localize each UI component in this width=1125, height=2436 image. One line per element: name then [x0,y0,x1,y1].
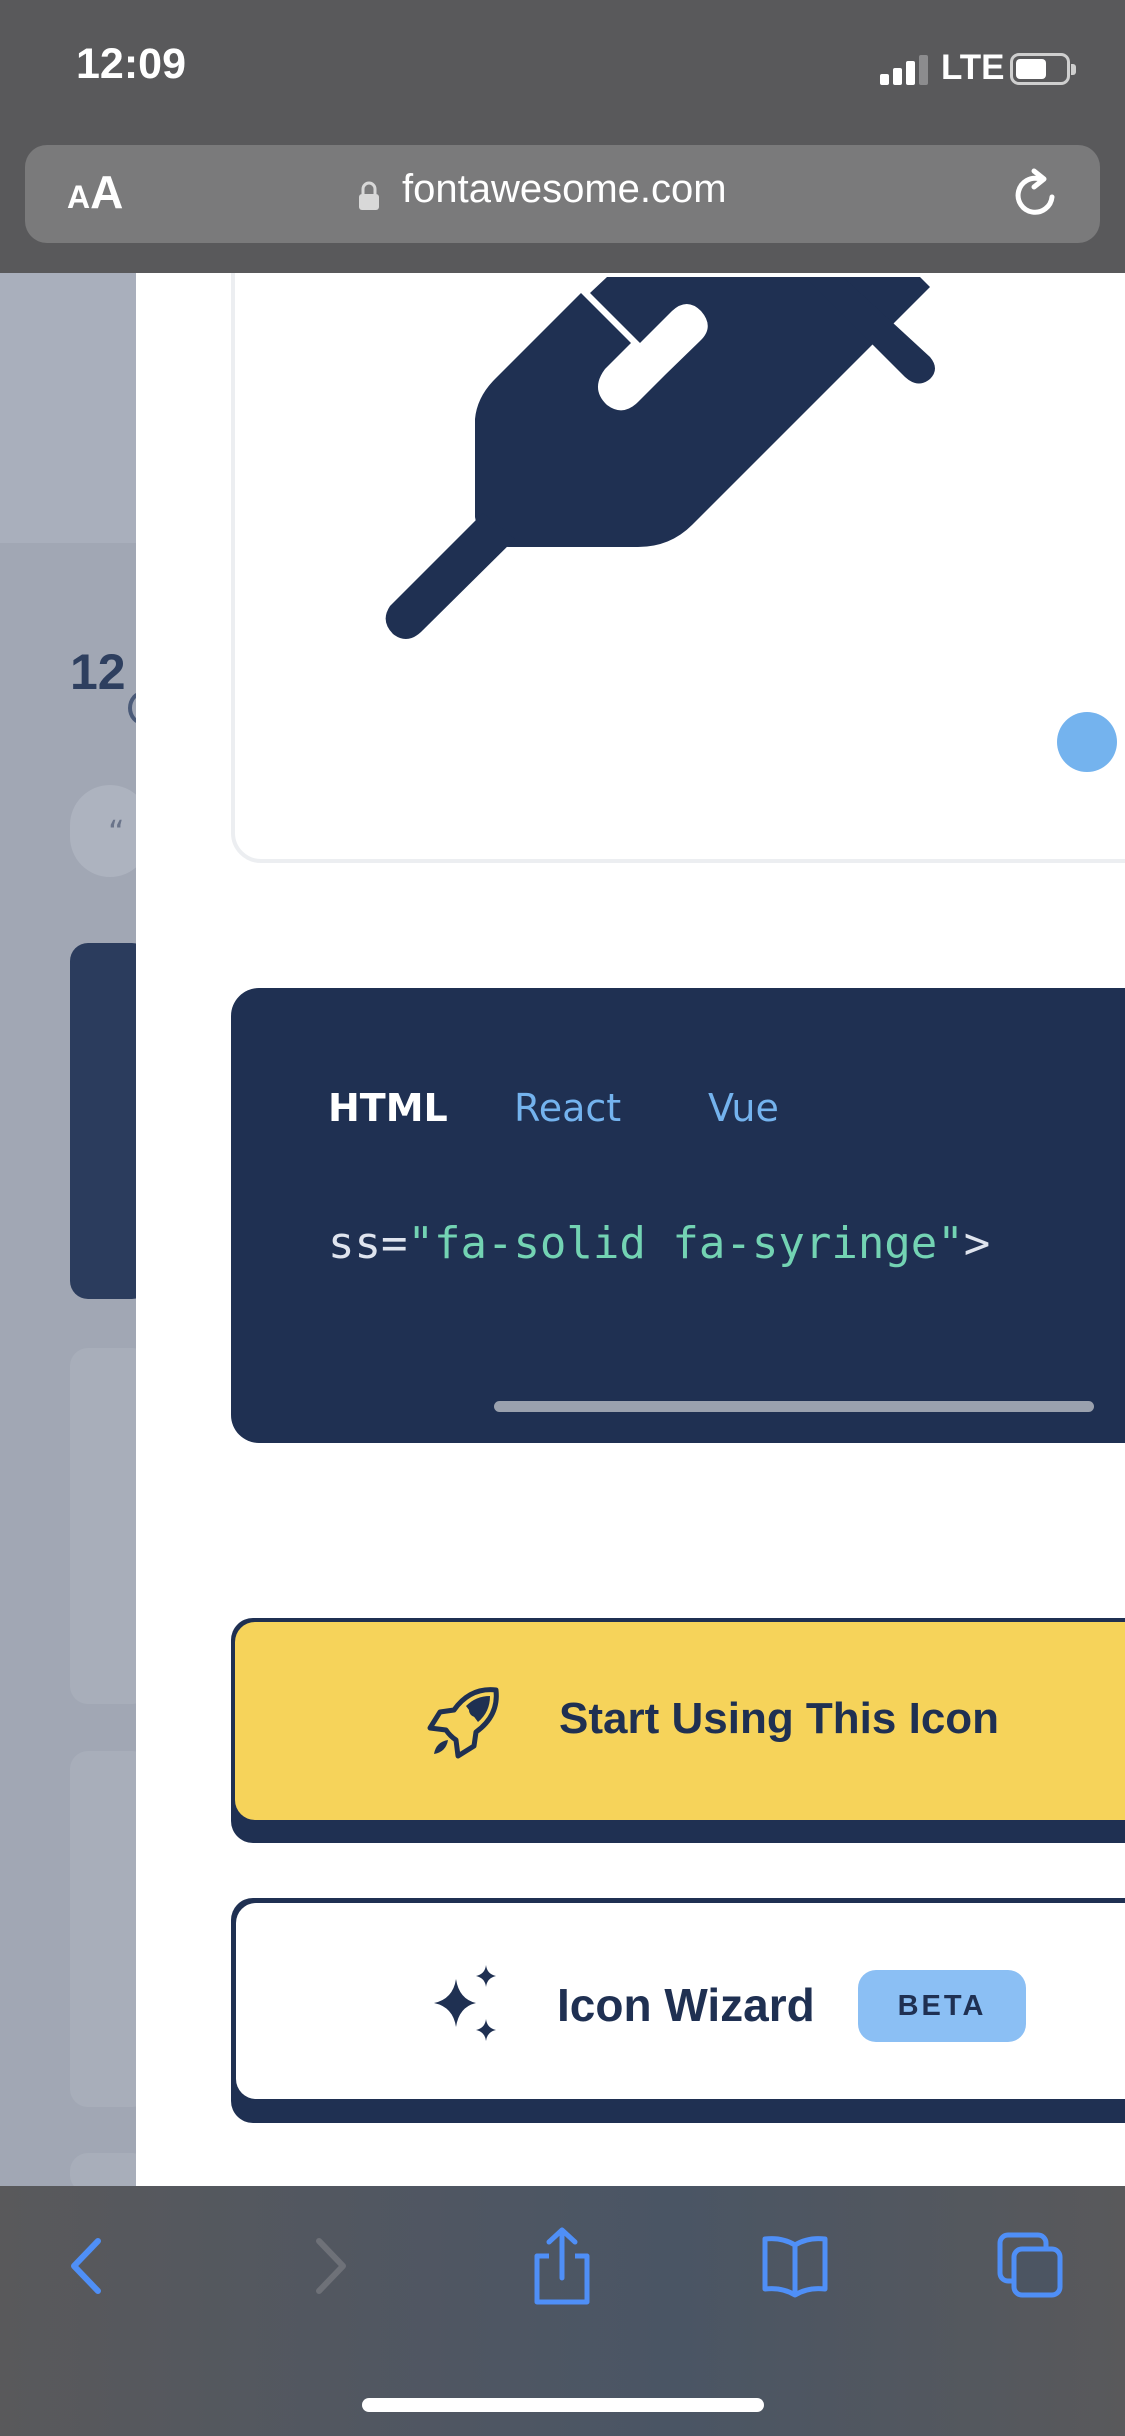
tabs-icon[interactable] [996,2231,1066,2301]
start-using-icon-label: Start Using This Icon [559,1694,1000,1743]
tab-vue[interactable]: Vue [708,1086,779,1130]
icon-wizard-label: Icon Wizard [557,1979,815,2031]
bookmarks-icon[interactable] [760,2231,830,2301]
background-quote: “ [108,813,125,851]
code-tag-close: > [963,1218,991,1269]
icon-wizard-button[interactable]: Icon Wizard BETA [231,1898,1125,2123]
icon-wizard-button-face: Icon Wizard BETA [236,1903,1125,2099]
text-size-button[interactable]: AA [67,165,123,219]
status-bar: 12:09 LTE [0,0,1125,140]
code-class-string: "fa-solid fa-syringe" [407,1218,964,1269]
lock-icon [359,181,379,210]
start-using-icon-button-face: Start Using This Icon [235,1622,1125,1820]
tab-html[interactable]: HTML [328,1086,448,1130]
syringe-icon [385,277,935,640]
status-time: 12:09 [76,40,186,88]
text-size-large: A [90,166,124,218]
battery-icon [1010,53,1076,85]
forward-arrow-icon[interactable] [295,2231,365,2301]
start-using-icon-button[interactable]: Start Using This Icon [231,1618,1125,1843]
signal-strength-icon [880,55,930,85]
code-snippet-panel: HTML React Vue ss="fa-solid fa-syringe"> [231,988,1125,1443]
rocket-icon [427,1687,499,1759]
sparkles-icon [434,1965,496,2041]
url-text[interactable]: fontawesome.com [402,167,727,212]
reload-icon[interactable] [1008,167,1064,223]
tab-react[interactable]: React [514,1086,621,1130]
share-icon[interactable] [527,2226,597,2306]
code-snippet[interactable]: ss="fa-solid fa-syringe"> [328,1218,990,1269]
back-arrow-icon[interactable] [52,2231,122,2301]
network-type: LTE [941,48,1005,87]
address-bar[interactable]: AA fontawesome.com [25,145,1100,243]
background-count: 12 [70,644,126,700]
text-size-small: A [67,179,91,215]
code-scrollbar[interactable] [494,1401,1094,1412]
color-swatch[interactable] [1057,712,1117,772]
beta-badge: BETA [858,1970,1026,2042]
home-indicator[interactable] [362,2398,764,2412]
icon-preview-card [231,273,1125,863]
browser-toolbar [0,2186,1125,2436]
icon-detail-modal: HTML React Vue ss="fa-solid fa-syringe">… [136,273,1125,2186]
code-attribute: ss= [328,1218,408,1269]
